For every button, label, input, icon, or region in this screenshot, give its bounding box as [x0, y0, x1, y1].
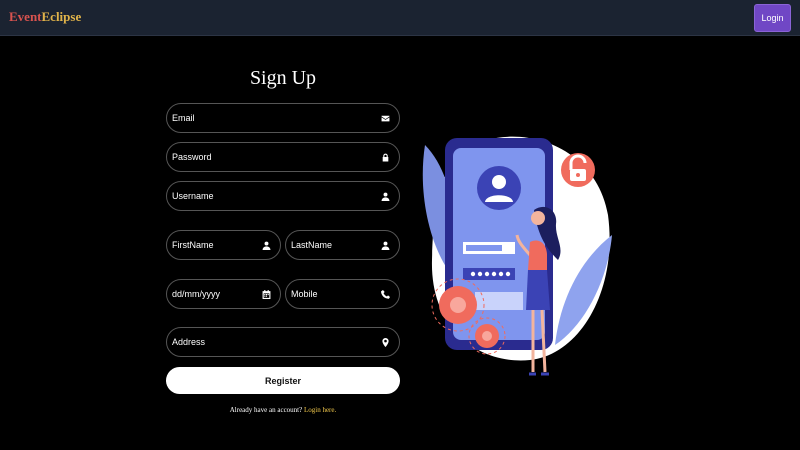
user-icon [380, 240, 390, 250]
date-field[interactable]: dd/mm/yyyy [166, 279, 281, 309]
date-placeholder: dd/mm/yyyy [172, 289, 221, 299]
username-placeholder: Username [172, 191, 214, 201]
mobile-field[interactable]: Mobile [285, 279, 400, 309]
login-here-link[interactable]: Login here. [304, 406, 336, 414]
woman-skirt [526, 270, 550, 310]
password-field[interactable]: Password [166, 142, 400, 172]
login-button[interactable]: Login [754, 4, 791, 32]
brand-logo[interactable]: EventEclipse [9, 9, 81, 25]
register-button[interactable]: Register [166, 367, 400, 394]
lock-icon [380, 152, 390, 162]
signup-illustration [422, 136, 612, 376]
already-text: Already have an account? [229, 406, 303, 414]
username-field[interactable]: Username [166, 181, 400, 211]
lastname-field[interactable]: LastName [285, 230, 400, 260]
page-title: Sign Up [249, 67, 317, 89]
navbar: EventEclipse Login [0, 0, 800, 36]
brand-part-eclipse: Eclipse [41, 9, 82, 24]
envelope-icon [380, 113, 390, 123]
address-placeholder: Address [172, 337, 206, 347]
password-placeholder: Password [172, 152, 212, 162]
lastname-placeholder: LastName [291, 240, 333, 250]
firstname-placeholder: FirstName [172, 240, 214, 250]
calendar-icon[interactable] [261, 289, 271, 299]
avatar-head [492, 175, 506, 189]
firstname-field[interactable]: FirstName [166, 230, 281, 260]
woman-head [531, 211, 545, 225]
mobile-placeholder: Mobile [291, 289, 318, 299]
login-prompt: Already have an account? Login here. [166, 406, 400, 414]
email-field[interactable]: Email [166, 103, 400, 133]
user-icon [380, 191, 390, 201]
map-marker-icon [380, 337, 390, 347]
phone-icon [380, 289, 390, 299]
brand-part-event: Event [9, 9, 42, 24]
user-icon [261, 240, 271, 250]
screen-input-1-inner [466, 245, 502, 251]
address-field[interactable]: Address [166, 327, 400, 357]
email-placeholder: Email [172, 113, 195, 123]
